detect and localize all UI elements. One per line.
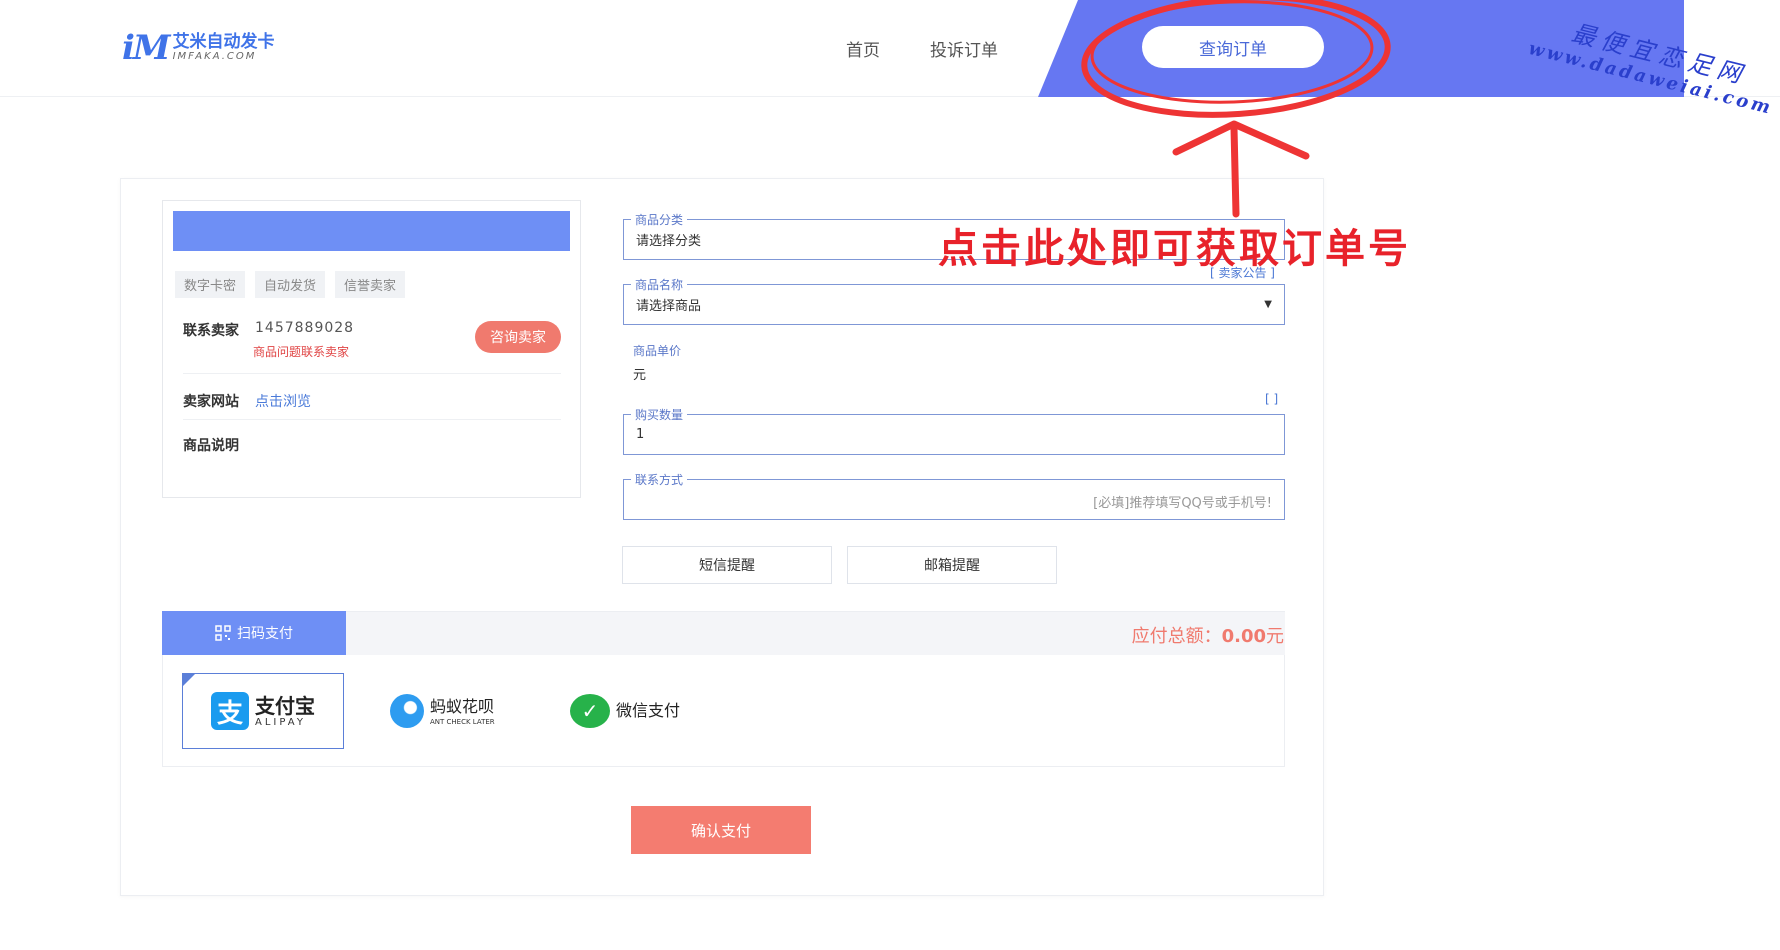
alipay-name: 支付宝 — [255, 693, 315, 718]
divider — [183, 373, 561, 374]
product-desc-label: 商品说明 — [183, 438, 239, 454]
contact-label: 联系方式 — [631, 471, 688, 488]
quantity-field: 1 购买数量 — [623, 406, 1285, 455]
contact-field: [必填]推荐填写QQ号或手机号! 联系方式 — [623, 471, 1285, 520]
product-select[interactable]: 请选择商品 ▼ — [623, 284, 1285, 325]
total-value: 0.00 — [1221, 626, 1266, 647]
logo-cn-text: 艾米自动发卡 — [172, 32, 275, 52]
alipay-sub: ALIPAY — [255, 716, 306, 728]
qr-code-icon — [215, 625, 231, 641]
alipay-icon: 支 — [211, 692, 249, 730]
total-amount: 应付总额：0.00元 — [1132, 622, 1284, 648]
product-desc-row: 商品说明 — [183, 435, 255, 455]
wechat-pay-icon: ✓ — [570, 694, 610, 728]
top-navbar: iM 艾米自动发卡 IMFAKA.COM 首页 投诉订单 查询订单 — [0, 0, 1780, 97]
seller-contact-row: 联系卖家 1457889028 — [183, 320, 354, 340]
quantity-value: 1 — [636, 427, 645, 442]
confirm-payment-button[interactable]: 确认支付 — [631, 806, 811, 854]
logo-en-text: IMFAKA.COM — [172, 51, 257, 62]
logo-mark: iM — [122, 28, 171, 68]
seller-banner — [173, 211, 570, 251]
seller-site-row: 卖家网站 点击浏览 — [183, 391, 311, 411]
nav-complaint-link[interactable]: 投诉订单 — [930, 36, 998, 61]
selected-corner-icon — [183, 674, 195, 686]
tab-scan-pay[interactable]: 扫码支付 — [162, 611, 346, 655]
category-label: 商品分类 — [631, 211, 688, 228]
product-field: 请选择商品 ▼ 商品名称 — [623, 276, 1285, 325]
tab-scan-pay-label: 扫码支付 — [237, 626, 293, 642]
divider — [183, 419, 561, 420]
contact-seller-label: 联系卖家 — [183, 323, 239, 339]
annotation-text: 点击此处即可获取订单号 — [938, 225, 1411, 272]
seller-panel: 数字卡密 自动发货 信誉卖家 联系卖家 1457889028 商品问题联系卖家 … — [162, 200, 581, 498]
category-select-value: 请选择分类 — [636, 234, 702, 249]
site-logo[interactable]: iM 艾米自动发卡 IMFAKA.COM — [122, 28, 275, 68]
query-order-button[interactable]: 查询订单 — [1142, 26, 1324, 68]
unit-price-value: 元 — [633, 368, 647, 383]
quantity-label: 购买数量 — [631, 406, 688, 423]
seller-tags: 数字卡密 自动发货 信誉卖家 — [175, 271, 406, 298]
wechat-name: 微信支付 — [616, 701, 681, 720]
nav-home-link[interactable]: 首页 — [846, 36, 880, 61]
contact-hint: 商品问题联系卖家 — [253, 345, 350, 359]
ant-check-later-icon — [390, 694, 424, 728]
total-label: 应付总额： — [1131, 626, 1222, 647]
huabei-sub: ANT CHECK LATER — [430, 718, 495, 726]
contact-placeholder: [必填]推荐填写QQ号或手机号! — [1093, 496, 1272, 511]
unit-price-label: 商品单价 — [633, 344, 682, 358]
sms-reminder-button[interactable]: 短信提醒 — [622, 546, 832, 584]
huabei-name: 蚂蚁花呗 — [430, 697, 495, 716]
seller-site-label: 卖家网站 — [183, 394, 239, 410]
email-reminder-button[interactable]: 邮箱提醒 — [847, 546, 1057, 584]
contact-seller-value: 1457889028 — [255, 320, 355, 336]
product-select-value: 请选择商品 — [636, 299, 702, 314]
consult-seller-button[interactable]: 咨询卖家 — [475, 321, 561, 353]
chevron-down-icon: ▼ — [1264, 299, 1272, 310]
seller-site-link[interactable]: 点击浏览 — [255, 391, 311, 411]
contact-input[interactable]: [必填]推荐填写QQ号或手机号! — [623, 479, 1285, 520]
tag-trusted-seller: 信誉卖家 — [335, 271, 406, 298]
tag-auto-delivery: 自动发货 — [255, 271, 326, 298]
payment-option-wechat[interactable]: ✓ 微信支付 — [570, 673, 700, 749]
qty-bracket: [ ] — [1265, 392, 1279, 406]
tag-digital-card: 数字卡密 — [175, 271, 246, 298]
payment-option-alipay[interactable]: 支 支付宝 ALIPAY — [182, 673, 344, 749]
product-label: 商品名称 — [631, 276, 688, 293]
payment-option-huabei[interactable]: 蚂蚁花呗 ANT CHECK LATER — [390, 673, 530, 749]
total-unit: 元 — [1266, 626, 1284, 647]
quantity-input[interactable]: 1 — [623, 414, 1285, 455]
